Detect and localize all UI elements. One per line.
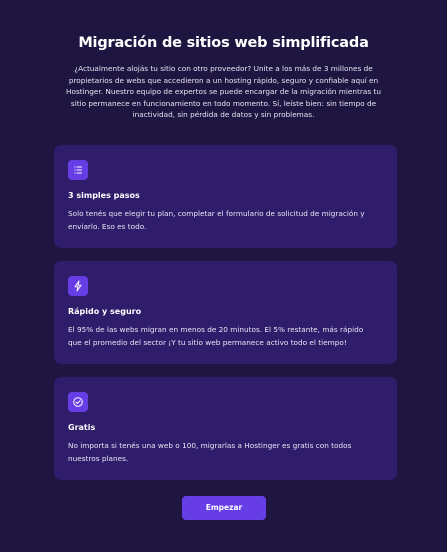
card-heading: Rápido y seguro: [68, 307, 142, 316]
lightning-icon: [68, 276, 88, 296]
intro-text: ¿Actualmente alojás tu sitio con otro pr…: [66, 64, 381, 119]
feature-card-steps: 3 simples pasos Solo tenés que elegir tu…: [54, 145, 397, 248]
card-heading: 3 simples pasos: [68, 191, 140, 200]
feature-card-fast-secure: Rápido y seguro El 95% de las webs migra…: [54, 261, 397, 364]
feature-card-free: Gratis No importa si tenés una web o 100…: [54, 377, 397, 480]
start-button[interactable]: Empezar: [182, 496, 266, 520]
card-text: No importa si tenés una web o 100, migra…: [68, 441, 352, 463]
card-heading: Gratis: [68, 423, 96, 432]
page-title: Migración de sitios web simplificada: [78, 35, 369, 51]
check-circle-icon: [68, 392, 88, 412]
card-text: Solo tenés que elegir tu plan, completar…: [68, 209, 365, 231]
list-icon: [68, 160, 88, 180]
card-text: El 95% de las webs migran en menos de 20…: [68, 325, 364, 347]
